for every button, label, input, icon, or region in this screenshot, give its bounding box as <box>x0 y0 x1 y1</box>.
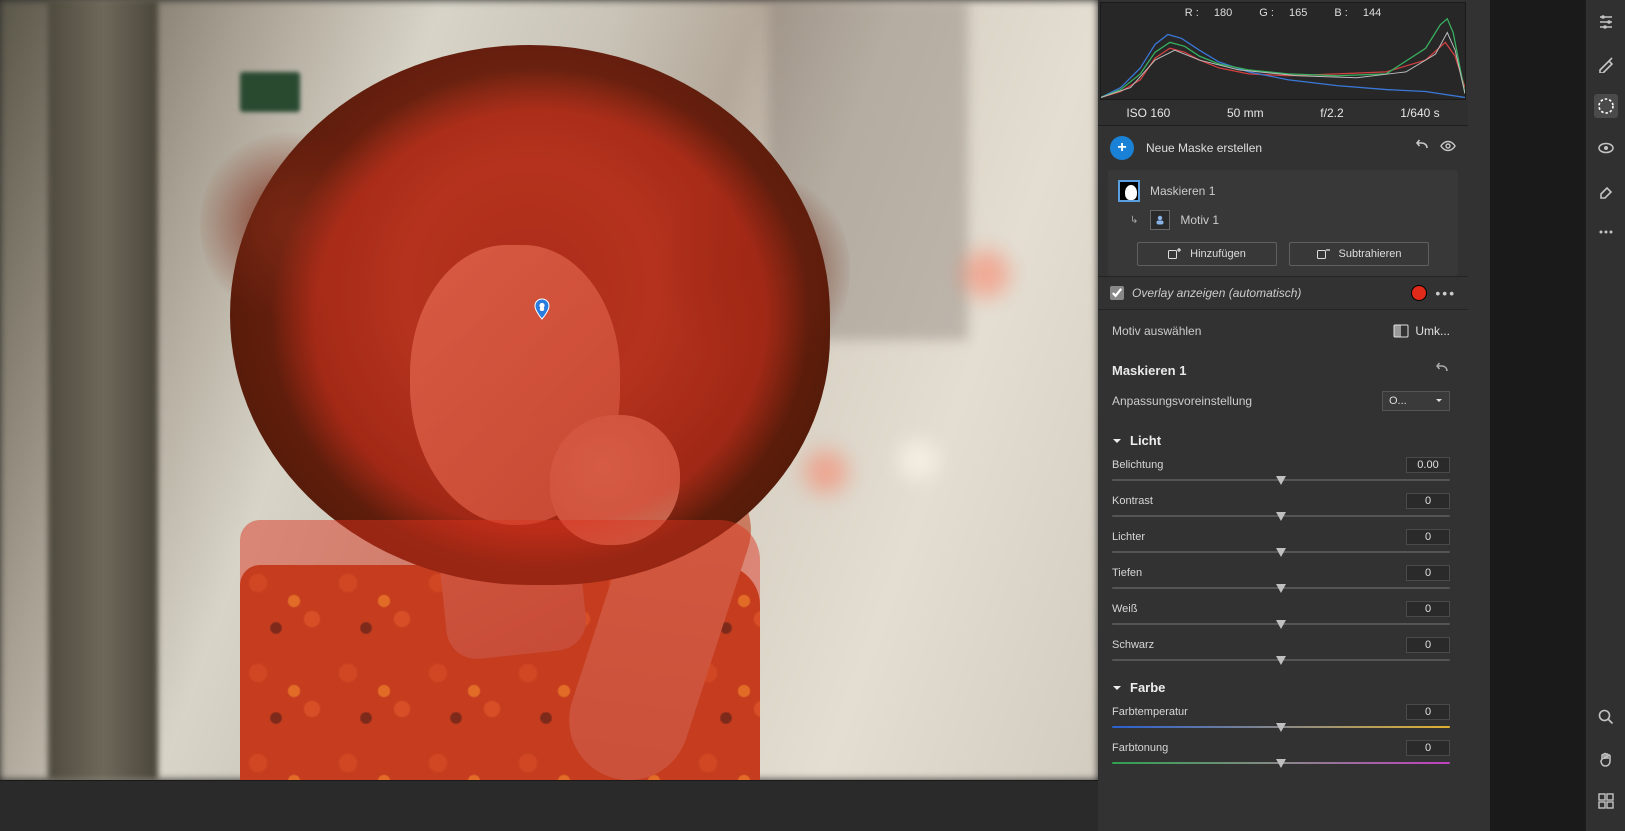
hand-icon[interactable] <box>1594 747 1618 771</box>
create-mask-button[interactable]: + <box>1110 136 1134 160</box>
exif-aperture: f/2.2 <box>1320 106 1343 120</box>
eye-icon[interactable] <box>1440 138 1456 159</box>
exif-shutter: 1/640 s <box>1400 106 1439 120</box>
tool-rail <box>1585 0 1625 831</box>
sliders-icon[interactable] <box>1594 10 1618 34</box>
grid-icon[interactable] <box>1594 789 1618 813</box>
photo-preview <box>0 0 1098 780</box>
zoom-icon[interactable] <box>1594 705 1618 729</box>
overlay-label: Overlay anzeigen (automatisch) <box>1132 286 1403 300</box>
slider-contrast[interactable]: Kontrast0 <box>1098 490 1464 526</box>
slider-shadows[interactable]: Tiefen0 <box>1098 562 1464 598</box>
add-to-mask-button[interactable]: Hinzufügen <box>1137 242 1277 266</box>
select-subject-label: Motiv auswählen <box>1112 324 1385 338</box>
mask-list: Maskieren 1 ↳ Motiv 1 Hinzufügen Subtrah… <box>1108 170 1458 276</box>
mask-component-label: Motiv 1 <box>1180 213 1219 227</box>
mask-panel-title: Maskieren 1 <box>1112 363 1434 378</box>
preset-label: Anpassungsvoreinstellung <box>1112 394 1382 408</box>
sub-arrow-icon: ↳ <box>1130 215 1138 226</box>
subject-icon <box>1150 210 1170 230</box>
more-tools-icon[interactable] <box>1594 220 1618 244</box>
section-toggle-color[interactable]: Farbe <box>1098 670 1464 701</box>
slider-whites[interactable]: Weiß0 <box>1098 598 1464 634</box>
invert-mask-button[interactable]: Umk... <box>1393 324 1450 338</box>
mask-thumbnail-icon <box>1118 180 1140 202</box>
slider-tint[interactable]: Farbtonung0 <box>1098 737 1464 773</box>
slider-blacks[interactable]: Schwarz0 <box>1098 634 1464 670</box>
heal-brush-icon[interactable] <box>1594 52 1618 76</box>
canvas-area[interactable] <box>0 0 1098 780</box>
exif-iso: ISO 160 <box>1126 106 1170 120</box>
slider-highlights[interactable]: Lichter0 <box>1098 526 1464 562</box>
exif-row: ISO 160 50 mm f/2.2 1/640 s <box>1098 100 1468 126</box>
section-toggle-light[interactable]: Licht <box>1098 423 1464 454</box>
slider-exposure[interactable]: Belichtung0.00 <box>1098 454 1464 490</box>
histogram[interactable]: R : 180 G : 165 B : 144 <box>1100 2 1466 100</box>
reset-panel-icon[interactable] <box>1434 362 1450 379</box>
overlay-more-icon[interactable]: ••• <box>1435 285 1456 301</box>
create-mask-label: Neue Maske erstellen <box>1146 141 1402 155</box>
mask-pin-icon[interactable] <box>533 298 551 320</box>
filmstrip-area <box>0 781 1098 831</box>
rgb-readout: R : 180 G : 165 B : 144 <box>1101 7 1465 19</box>
exif-focal: 50 mm <box>1227 106 1264 120</box>
mask-item[interactable]: Maskieren 1 <box>1116 176 1450 206</box>
eraser-icon[interactable] <box>1594 178 1618 202</box>
redeye-icon[interactable] <box>1594 136 1618 160</box>
masking-icon[interactable] <box>1594 94 1618 118</box>
mask-component-item[interactable]: ↳ Motiv 1 <box>1116 206 1450 234</box>
mask-item-label: Maskieren 1 <box>1150 184 1215 198</box>
preset-dropdown[interactable]: O... <box>1382 391 1450 411</box>
overlay-color-swatch[interactable] <box>1411 285 1427 301</box>
undo-icon[interactable] <box>1414 138 1430 159</box>
slider-temperature[interactable]: Farbtemperatur0 <box>1098 701 1464 737</box>
subtract-from-mask-button[interactable]: Subtrahieren <box>1289 242 1429 266</box>
overlay-checkbox[interactable] <box>1110 286 1124 300</box>
